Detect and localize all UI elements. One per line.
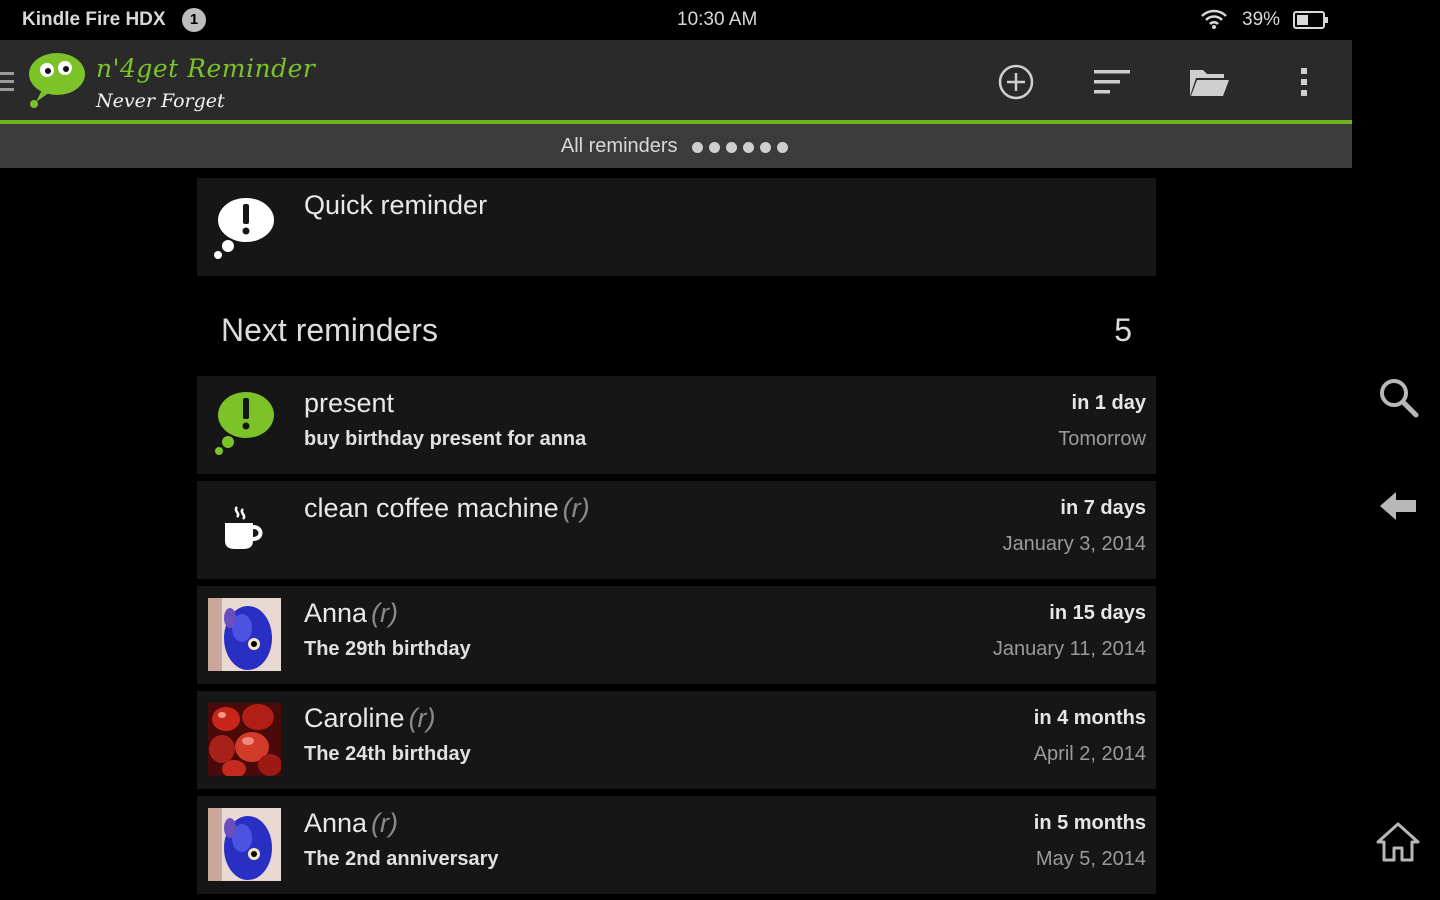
reminder-name: Anna (304, 808, 368, 838)
page-indicator (689, 125, 791, 169)
action-bar: n'4get Reminder Never Forget (0, 40, 1352, 124)
reminder-row[interactable]: Caroline (r) The 24th birthday in 4 month… (197, 691, 1156, 789)
app-tagline: Never Forget (96, 90, 225, 112)
search-icon[interactable] (1376, 375, 1420, 419)
reminder-subtitle: The 29th birthday (304, 638, 471, 660)
page-dot (726, 141, 738, 153)
recurring-flag: (r) (371, 808, 399, 838)
quick-reminder-label: Quick reminder (304, 190, 488, 220)
home-icon[interactable] (1376, 820, 1420, 864)
page-dot (692, 141, 704, 153)
recurring-flag: (r) (562, 493, 590, 523)
reminder-count: 5 (1114, 312, 1132, 348)
recurring-flag: (r) (371, 598, 399, 628)
reminder-name: Anna (304, 598, 368, 628)
notification-badge-icon[interactable]: 1 (182, 8, 206, 32)
reminder-name: Caroline (304, 703, 405, 733)
filter-bar[interactable]: All reminders (0, 124, 1352, 168)
reminder-row[interactable]: Anna (r) The 29th birthday in 15 days Jan… (197, 586, 1156, 684)
sort-icon[interactable] (1092, 62, 1132, 102)
reminder-title: clean coffee machine (r) (304, 493, 590, 524)
reminder-title: Anna (r) (304, 598, 398, 629)
reminder-row[interactable]: Anna (r) The 2nd anniversary in 5 months … (197, 796, 1156, 894)
reminder-relative-time: in 5 months (1033, 812, 1146, 834)
reminder-title: Anna (r) (304, 808, 398, 839)
drawer-icon[interactable] (0, 70, 16, 99)
reminder-relative-time: in 1 day (1071, 392, 1146, 414)
status-bar: Kindle Fire HDX 1 10:30 AM 39% (0, 0, 1352, 40)
contact-photo (208, 808, 281, 881)
battery-level: 39% (1242, 9, 1281, 30)
reminder-title: present (304, 388, 398, 419)
reminder-relative-time: in 7 days (1060, 497, 1146, 519)
reminder-date: April 2, 2014 (1033, 743, 1146, 765)
reminder-date: January 3, 2014 (1002, 533, 1146, 555)
device-name: Kindle Fire HDX (22, 9, 166, 30)
overflow-menu-icon[interactable] (1294, 62, 1314, 102)
reminder-date: January 11, 2014 (992, 638, 1146, 660)
reminder-title: Caroline (r) (304, 703, 436, 734)
battery-icon (1293, 10, 1329, 36)
app-title: n'4get Reminder (96, 54, 316, 83)
next-reminders-header: Next reminders 5 (197, 300, 1156, 364)
wifi-icon (1200, 8, 1228, 36)
app-logo-icon (26, 50, 88, 115)
green-exclamation-bubble-icon (212, 388, 285, 461)
reminder-subtitle: The 24th birthday (304, 743, 471, 765)
page-dot (743, 141, 755, 153)
reminder-relative-time: in 15 days (1049, 602, 1146, 624)
reminder-subtitle: buy birthday present for anna (304, 428, 587, 450)
status-time: 10:30 AM (677, 9, 758, 30)
section-title: Next reminders (221, 312, 438, 348)
reminder-row[interactable]: present buy birthday present for anna in… (197, 376, 1156, 474)
page-dot (760, 141, 772, 153)
page-dot (777, 141, 789, 153)
coffee-cup-icon (221, 505, 294, 578)
folder-icon[interactable] (1188, 62, 1229, 102)
reminder-name: present (304, 388, 395, 418)
reminder-name: clean coffee machine (304, 493, 559, 523)
filter-label: All reminders (560, 135, 678, 157)
reminder-subtitle: The 2nd anniversary (304, 848, 499, 870)
quick-reminder-button[interactable]: Quick reminder (197, 178, 1156, 276)
reminder-date: Tomorrow (1058, 428, 1146, 450)
add-icon[interactable] (996, 62, 1036, 102)
reminder-relative-time: in 4 months (1033, 707, 1146, 729)
back-icon[interactable] (1376, 484, 1420, 528)
contact-photo (208, 598, 281, 671)
exclamation-bubble-icon (212, 194, 276, 265)
page-dot (709, 141, 721, 153)
contact-photo (208, 703, 282, 778)
reminder-row[interactable]: clean coffee machine (r) in 7 days Januar… (197, 481, 1156, 579)
reminder-date: May 5, 2014 (1035, 848, 1146, 870)
system-nav-bar (1352, 0, 1440, 900)
recurring-flag: (r) (408, 703, 436, 733)
